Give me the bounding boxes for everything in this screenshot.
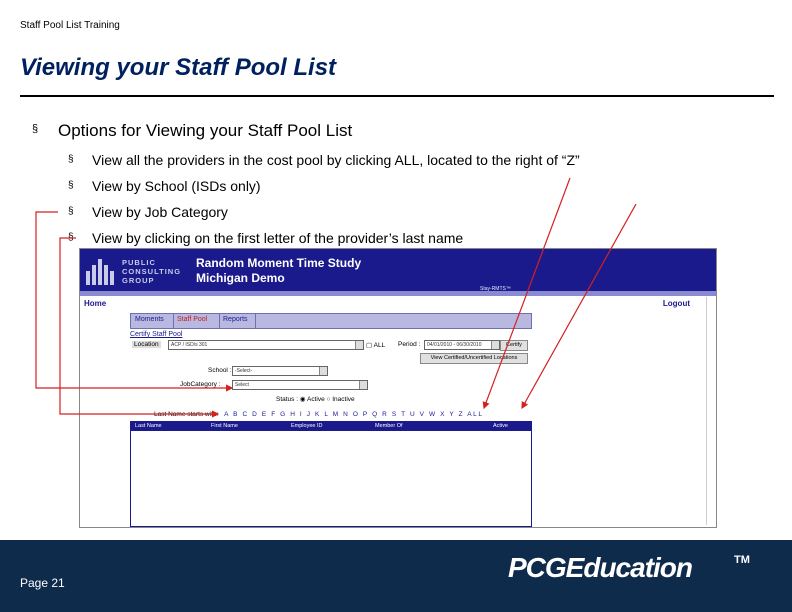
callout-arrows xyxy=(35,177,637,418)
pcg-education-logo: PCGEducation xyxy=(508,552,693,583)
arrow-all xyxy=(521,203,637,410)
arrow-letters xyxy=(482,177,571,410)
slide-footer: Page 21 PCGEducation TM xyxy=(0,540,792,612)
page-number: Page 21 xyxy=(20,576,65,590)
trademark-mark: TM xyxy=(734,554,750,566)
